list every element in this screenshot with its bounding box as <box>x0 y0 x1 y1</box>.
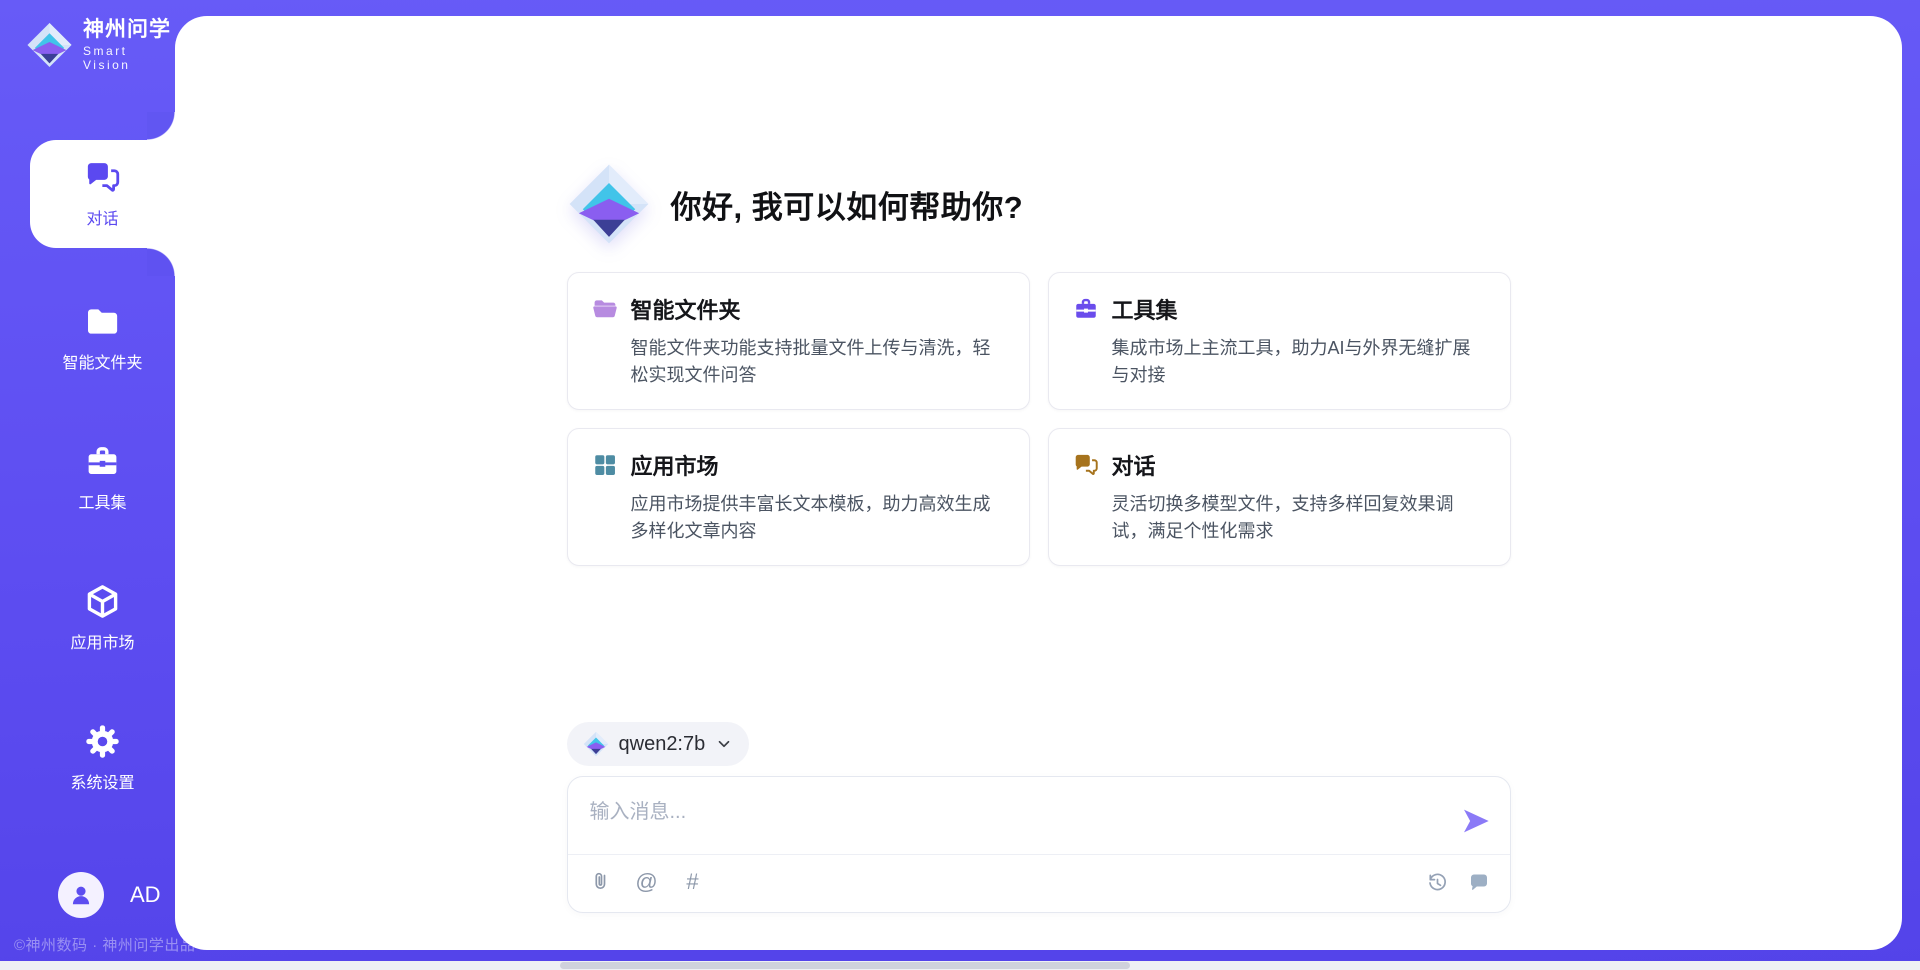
card-title: 工具集 <box>1112 293 1178 325</box>
cube-icon <box>84 583 121 620</box>
main-panel: 你好, 我可以如何帮助你? 智能文件夹 智能文件夹功能支持批量文件上传与清洗，轻… <box>175 16 1902 950</box>
tab-curve-top <box>147 112 175 140</box>
diamond-logo-icon <box>583 731 609 757</box>
model-selector-row: qwen2:7b <box>567 722 1511 766</box>
model-name: qwen2:7b <box>619 733 706 756</box>
card-title: 应用市场 <box>631 449 719 481</box>
composer-tools-right <box>1424 869 1492 895</box>
card-toolset[interactable]: 工具集 集成市场上主流工具，助力AI与外界无缝扩展与对接 <box>1048 272 1511 410</box>
card-description: 集成市场上主流工具，助力AI与外界无缝扩展与对接 <box>1112 335 1486 389</box>
folder-icon <box>84 303 121 340</box>
greeting-row: 你好, 我可以如何帮助你? <box>567 16 1511 246</box>
greeting-title: 你好, 我可以如何帮助你? <box>671 182 1024 227</box>
hash-icon: # <box>686 869 698 895</box>
tab-curve-bottom <box>147 248 175 276</box>
user-label: AD <box>130 882 161 908</box>
grid-icon <box>592 452 618 478</box>
sidebar-item-label: 系统设置 <box>70 769 134 793</box>
card-chat[interactable]: 对话 灵活切换多模型文件，支持多样回复效果调试，满足个性化需求 <box>1048 428 1511 566</box>
card-description: 应用市场提供丰富长文本模板，助力高效生成多样化文章内容 <box>631 491 1005 545</box>
card-app-market[interactable]: 应用市场 应用市场提供丰富长文本模板，助力高效生成多样化文章内容 <box>567 428 1030 566</box>
chevron-down-icon <box>715 735 733 753</box>
feature-cards: 智能文件夹 智能文件夹功能支持批量文件上传与清洗，轻松实现文件问答 工具集 集成… <box>567 272 1511 566</box>
horizontal-scrollbar[interactable] <box>0 961 1920 970</box>
sidebar-item-app-market[interactable]: 应用市场 <box>30 568 175 668</box>
model-selector[interactable]: qwen2:7b <box>567 722 750 766</box>
feedback-button[interactable] <box>1466 869 1492 895</box>
brand-subtitle: Smart Vision <box>83 44 175 72</box>
history-button[interactable] <box>1424 869 1450 895</box>
copyright-text: ©神州数码 · 神州问学出品 <box>14 934 195 955</box>
diamond-logo-icon <box>26 20 73 70</box>
sidebar-item-label: 智能文件夹 <box>62 349 142 373</box>
message-input[interactable] <box>588 793 1440 845</box>
card-description: 灵活切换多模型文件，支持多样回复效果调试，满足个性化需求 <box>1112 491 1486 545</box>
composer-divider <box>568 854 1510 855</box>
scrollbar-thumb[interactable] <box>560 962 1130 969</box>
gear-icon <box>84 723 121 760</box>
sidebar-item-label: 工具集 <box>78 489 126 513</box>
sidebar-item-settings[interactable]: 系统设置 <box>30 708 175 808</box>
briefcase-icon <box>1073 296 1099 322</box>
chat-bubble-icon <box>1467 870 1491 894</box>
chat-icon <box>84 159 121 196</box>
sidebar-item-chat[interactable]: 对话 <box>30 140 175 248</box>
sidebar: 神州问学 Smart Vision 对话 智能文件夹 <box>0 0 175 970</box>
sidebar-item-label: 对话 <box>86 205 118 229</box>
briefcase-icon <box>84 443 121 480</box>
user-profile[interactable]: AD <box>58 872 161 918</box>
card-title: 智能文件夹 <box>631 293 741 325</box>
message-composer: @ # <box>567 776 1511 913</box>
card-description: 智能文件夹功能支持批量文件上传与清洗，轻松实现文件问答 <box>631 335 1005 389</box>
sidebar-nav: 对话 智能文件夹 工具集 应用市场 <box>30 140 175 808</box>
sidebar-item-label: 应用市场 <box>70 629 134 653</box>
send-icon[interactable] <box>1460 805 1492 837</box>
chat-icon <box>1073 452 1099 478</box>
avatar <box>58 872 104 918</box>
brand-logo: 神州问学 Smart Vision <box>26 18 175 72</box>
history-icon <box>1425 870 1449 894</box>
diamond-logo-icon <box>567 162 651 246</box>
card-title: 对话 <box>1112 449 1156 481</box>
composer-tools-left: @ # <box>588 869 706 895</box>
sidebar-item-toolset[interactable]: 工具集 <box>30 428 175 528</box>
paperclip-icon <box>589 870 613 894</box>
card-smart-folder[interactable]: 智能文件夹 智能文件夹功能支持批量文件上传与清洗，轻松实现文件问答 <box>567 272 1030 410</box>
mention-button[interactable]: @ <box>634 869 660 895</box>
sidebar-item-smart-folder[interactable]: 智能文件夹 <box>30 288 175 388</box>
folder-icon <box>592 296 618 322</box>
brand-name: 神州问学 <box>83 18 175 41</box>
person-icon <box>68 882 94 908</box>
attachment-button[interactable] <box>588 869 614 895</box>
at-icon: @ <box>635 869 657 895</box>
topic-button[interactable]: # <box>680 869 706 895</box>
